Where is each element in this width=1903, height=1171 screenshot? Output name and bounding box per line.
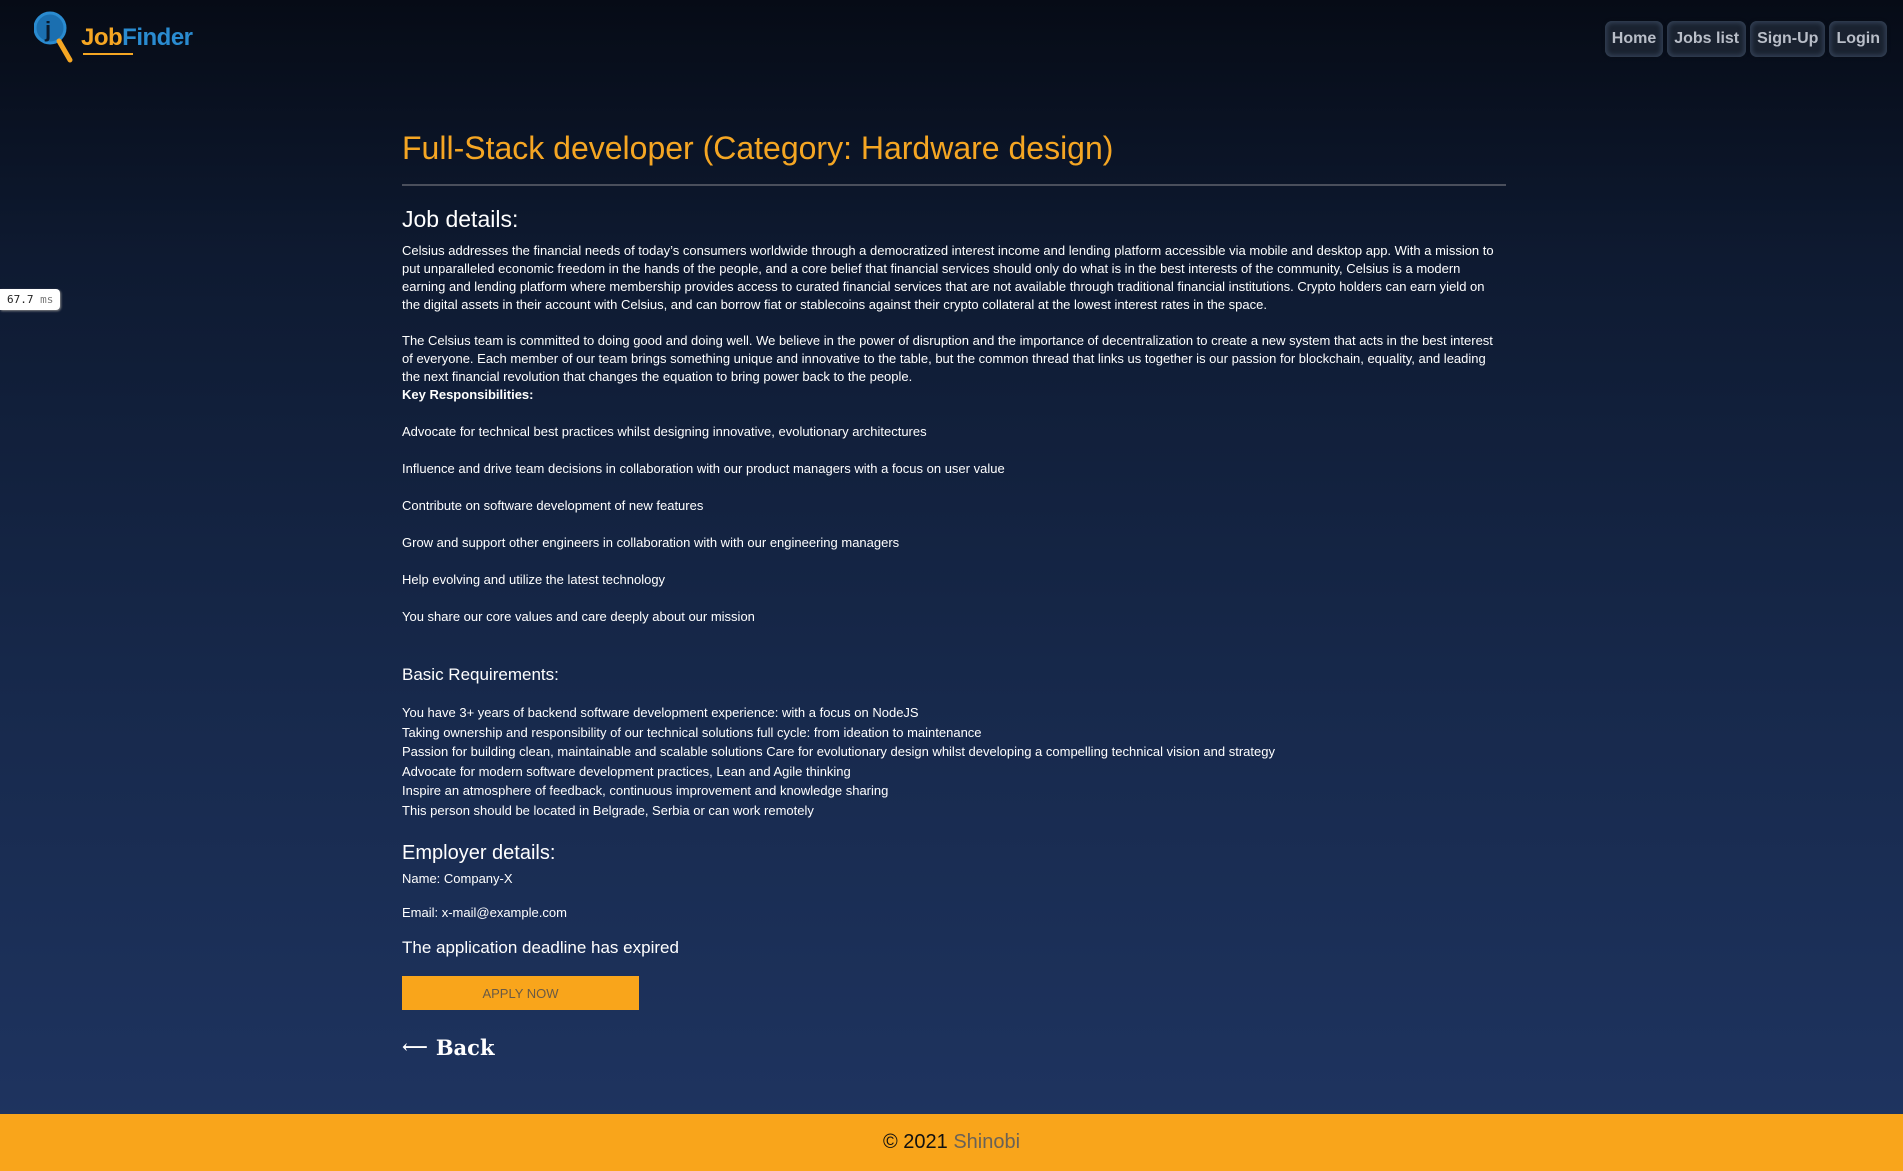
timer-value: 67.7 [7,293,34,306]
job-details-heading: Job details: [402,206,519,232]
responsibility-item: Contribute on software development of ne… [402,498,704,513]
timer-unit: ms [40,293,54,306]
footer: © 2021 Shinobi [0,1114,1903,1171]
logo-word-finder: Finder [122,24,193,51]
nav-login-button[interactable]: Login [1829,21,1887,57]
responsibility-item: Help evolving and utilize the latest tec… [402,572,666,587]
requirements-list: You have 3+ years of backend software de… [402,703,1506,820]
requirement-item: Advocate for modern software development… [402,763,851,779]
employer-email: Email: x-mail@example.com [402,905,567,920]
requirement-item: Inspire an atmosphere of feedback, conti… [402,783,889,798]
apply-now-button[interactable]: APPLY NOW [402,976,639,1010]
deadline-status: The application deadline has expired [402,938,679,957]
nav-signup-button[interactable]: Sign-Up [1750,21,1826,57]
requirement-item: This person should be located in Belgrad… [402,802,814,818]
requirements-heading: Basic Requirements: [402,665,559,684]
nav-jobs-list-button[interactable]: Jobs list [1667,21,1747,57]
employer-name: Name: Company-X [402,871,513,886]
responsibilities-heading: Key Responsibilities: [402,387,534,402]
employer-details-heading: Employer details: [402,842,556,864]
footer-brand-link[interactable]: Shinobi [953,1131,1020,1153]
job-description-paragraph-1: Celsius addresses the financial needs of… [402,243,1494,312]
logo-word-job: Job [81,24,123,51]
responsibilities-list: Advocate for technical best practices wh… [402,423,1506,626]
arrow-left-icon: ⟵ [402,1037,428,1058]
footer-copyright: © 2021 [882,1131,948,1153]
requirement-item: Taking ownership and responsibility of o… [402,724,982,740]
responsibility-item: Influence and drive team decisions in co… [402,461,1005,476]
top-nav: Home Jobs list Sign-Up Login [1604,21,1887,57]
title-divider [402,184,1506,186]
job-description-paragraph-2: The Celsius team is committed to doing g… [402,333,1493,384]
logo[interactable]: j JobFinder [34,8,194,64]
nav-home-button[interactable]: Home [1604,21,1664,57]
magnifier-logo-icon: j [34,11,73,63]
logo-wordmark: JobFinder [81,24,193,52]
back-label: Back [435,1035,495,1060]
responsibility-item: Advocate for technical best practices wh… [402,424,927,439]
job-detail-content: Full-Stack developer (Category: Hardware… [402,126,1506,1060]
requirement-item: Passion for building clean, maintainable… [402,744,1275,759]
responsibility-item: You share our core values and care deepl… [402,609,755,624]
render-timer-badge: 67.7 ms [0,289,61,310]
responsibility-item: Grow and support other engineers in coll… [402,535,900,550]
svg-text:j: j [44,17,51,42]
requirement-item: You have 3+ years of backend software de… [402,705,919,720]
back-link[interactable]: ⟵ Back [402,1035,1506,1060]
logo-underline [83,53,133,55]
job-title: Full-Stack developer (Category: Hardware… [402,130,1114,166]
